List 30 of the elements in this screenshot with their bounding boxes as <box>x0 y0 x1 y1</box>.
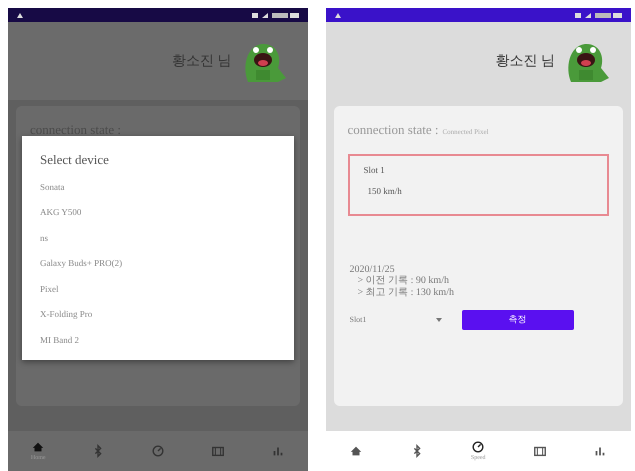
record-line: > 최고 기록 : 130 km/h <box>356 286 455 298</box>
home-icon <box>348 444 363 458</box>
gauge-icon <box>151 444 166 458</box>
user-name: 황소진 님 <box>496 52 555 70</box>
status-icons-drawing <box>575 12 623 18</box>
status-icons-drawing <box>252 12 300 18</box>
gauge-icon <box>471 440 486 454</box>
user-name: 황소진 님 <box>172 52 232 70</box>
nav-tab[interactable] <box>348 444 363 458</box>
nav-tab[interactable] <box>532 444 546 458</box>
device-item[interactable]: Galaxy Buds+ PRO(2) <box>40 252 276 278</box>
record-line: > 이전 기록 : 90 km/h <box>356 275 450 286</box>
card-title: connection state : <box>348 121 438 139</box>
notification-icon <box>334 12 342 18</box>
board-icon <box>210 444 225 458</box>
device-item[interactable]: ns <box>40 226 276 252</box>
device-item[interactable]: Pixel <box>40 278 276 303</box>
slot-dropdown[interactable]: Slot1 <box>348 312 444 328</box>
caret-icon <box>436 318 442 322</box>
dialog-title: Select device <box>40 151 110 169</box>
device-item[interactable]: Sonata <box>40 176 276 201</box>
device-item[interactable]: MI Band 2 <box>40 328 276 354</box>
device-item[interactable]: AKG Y500 <box>40 201 276 226</box>
notification-icon <box>16 12 24 18</box>
board-icon <box>532 444 546 458</box>
measure-button[interactable]: 측정 <box>462 310 574 330</box>
speed-value: 150 km/h <box>366 185 403 198</box>
record-date: 2020/11/25 <box>350 264 396 275</box>
slot-name: Slot 1 <box>364 164 386 176</box>
device-item[interactable]: X-Folding Pro <box>40 303 276 328</box>
